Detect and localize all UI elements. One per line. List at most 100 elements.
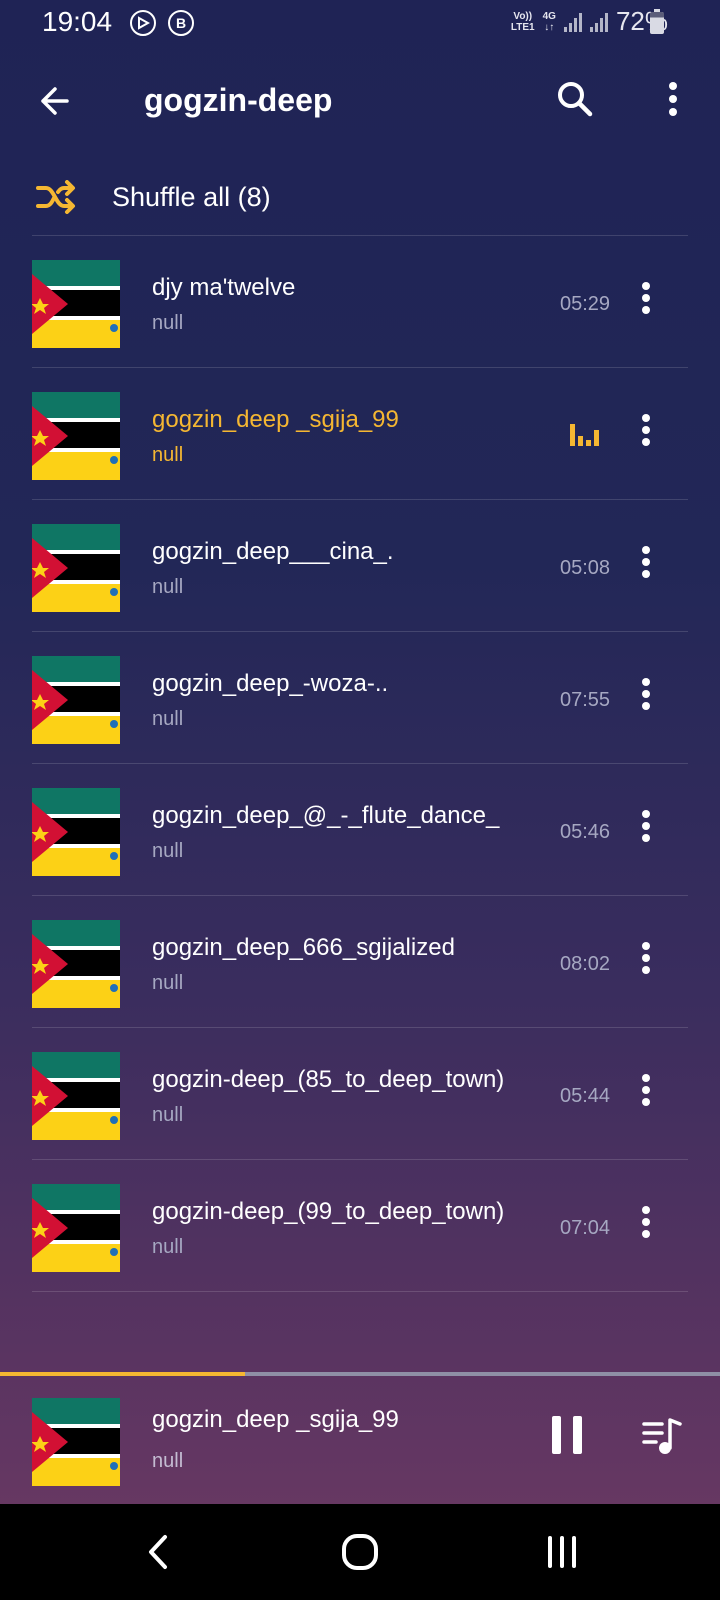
media-play-icon — [130, 10, 156, 36]
mini-player[interactable]: gogzin_deep _sgija_99 null — [0, 1376, 720, 1504]
mozambique-flag-artwork — [32, 524, 120, 612]
song-more-button[interactable] — [626, 674, 666, 714]
status-right: Vo)) LTE1 4G ↓↑ 72% — [511, 6, 668, 37]
nav-recents-button[interactable] — [538, 1528, 586, 1576]
song-title: gogzin_deep_666_sgijalized — [152, 934, 455, 961]
song-artist: null — [152, 444, 184, 466]
more-vertical-icon — [642, 1206, 650, 1238]
pause-button[interactable] — [548, 1412, 588, 1460]
song-duration: 07:04 — [560, 1217, 611, 1239]
song-row[interactable]: gogzin_deep_@_-_flute_dance_null 05:46 — [32, 764, 688, 896]
nav-home-button[interactable] — [336, 1528, 384, 1576]
song-title: gogzin_deep_@_-_flute_dance_ — [152, 802, 500, 829]
song-more-button[interactable] — [626, 410, 666, 450]
song-more-button[interactable] — [626, 1070, 666, 1110]
signal-icon-2 — [589, 12, 608, 32]
page-title: gogzin-deep — [144, 82, 333, 118]
more-vertical-icon — [642, 810, 650, 842]
song-artist: null — [152, 840, 184, 862]
search-icon — [558, 82, 593, 117]
chevron-left-icon — [149, 1535, 167, 1569]
more-vertical-icon — [642, 414, 650, 446]
song-more-button[interactable] — [626, 1202, 666, 1242]
back-button[interactable] — [32, 78, 78, 124]
mozambique-flag-artwork — [32, 920, 120, 1008]
nav-back-button[interactable] — [134, 1528, 182, 1576]
song-title: gogzin-deep_(85_to_deep_town) — [152, 1066, 505, 1093]
playlist-queue-icon[interactable] — [640, 1414, 684, 1458]
more-vertical-icon — [642, 282, 650, 314]
song-artwork — [32, 1184, 120, 1272]
song-more-button[interactable] — [626, 938, 666, 978]
status-bar: 19:04 B Vo)) LTE1 4G ↓↑ 72% — [0, 0, 720, 48]
song-title: gogzin_deep _sgija_99 — [152, 406, 399, 433]
battery-icon — [650, 9, 664, 34]
song-artwork — [32, 392, 120, 480]
signal-icon — [563, 12, 582, 32]
now-playing-artwork — [32, 1398, 120, 1486]
recents-icon — [548, 1536, 576, 1568]
song-artwork — [32, 1052, 120, 1140]
system-nav-bar — [0, 1504, 720, 1600]
song-title: gogzin-deep_(99_to_deep_town) — [152, 1198, 505, 1225]
more-vertical-icon — [669, 82, 677, 116]
song-title: djy ma'twelve — [152, 274, 296, 301]
song-artwork — [32, 920, 120, 1008]
shuffle-all-label: Shuffle all (8) — [112, 182, 271, 212]
song-row[interactable]: gogzin_deep_-woza-..null 07:55 — [32, 632, 688, 764]
more-vertical-icon — [642, 1074, 650, 1106]
song-artwork — [32, 524, 120, 612]
arrow-left-icon — [41, 87, 69, 115]
song-artwork — [32, 656, 120, 744]
more-vertical-icon — [642, 678, 650, 710]
song-more-button[interactable] — [626, 806, 666, 846]
network-gen-indicator: 4G ↓↑ — [542, 10, 556, 33]
song-row[interactable]: gogzin_deep _sgija_99null — [32, 368, 688, 500]
more-vertical-icon — [642, 546, 650, 578]
status-time: 19:04 — [42, 6, 113, 37]
song-title: gogzin_deep___cina_. — [152, 538, 394, 565]
song-artist: null — [152, 1236, 184, 1258]
song-title: gogzin_deep_-woza-.. — [152, 670, 389, 697]
song-list: djy ma'twelve null 05:29 gogzin_deep _sgija… — [32, 236, 688, 1292]
song-more-button[interactable] — [626, 278, 666, 318]
song-artist: null — [152, 576, 184, 598]
shuffle-icon — [36, 180, 75, 214]
home-circle-icon — [342, 1534, 378, 1570]
mozambique-flag-artwork — [32, 392, 120, 480]
mozambique-flag-artwork — [32, 788, 120, 876]
song-artwork — [32, 788, 120, 876]
volte-indicator: Vo)) LTE1 — [510, 10, 535, 33]
song-duration: 05:29 — [560, 293, 611, 315]
shuffle-all-button[interactable]: Shuffle all (8) — [32, 160, 688, 236]
song-duration: 05:08 — [560, 557, 611, 579]
mozambique-flag-artwork — [32, 1184, 120, 1272]
song-row[interactable]: djy ma'twelve null 05:29 — [32, 236, 688, 368]
song-duration: 05:46 — [560, 821, 611, 843]
search-button[interactable] — [552, 76, 598, 122]
mozambique-flag-artwork — [32, 1398, 120, 1486]
song-more-button[interactable] — [626, 542, 666, 582]
mozambique-flag-artwork — [32, 1052, 120, 1140]
song-artist: null — [152, 1104, 184, 1126]
now-playing-artist: null — [152, 1450, 184, 1472]
song-row[interactable]: gogzin_deep_666_sgijalizednull 08:02 — [32, 896, 688, 1028]
song-artwork — [32, 260, 120, 348]
song-artist: null — [152, 312, 184, 334]
song-row[interactable]: gogzin-deep_(99_to_deep_town)null 07:04 — [32, 1160, 688, 1292]
mozambique-flag-artwork — [32, 656, 120, 744]
song-artist: null — [152, 972, 184, 994]
more-vertical-icon — [642, 942, 650, 974]
equalizer-playing-icon — [570, 424, 599, 446]
mozambique-flag-artwork — [32, 260, 120, 348]
song-duration: 08:02 — [560, 953, 611, 975]
song-duration: 07:55 — [560, 689, 611, 711]
b-badge-icon: B — [168, 10, 194, 36]
song-artist: null — [152, 708, 184, 730]
now-playing-title: gogzin_deep _sgija_99 — [152, 1406, 399, 1433]
toolbar: gogzin-deep — [0, 60, 720, 140]
song-row[interactable]: gogzin_deep___cina_.null 05:08 — [32, 500, 688, 632]
song-duration: 05:44 — [560, 1085, 611, 1107]
song-row[interactable]: gogzin-deep_(85_to_deep_town)null 05:44 — [32, 1028, 688, 1160]
more-options-button[interactable] — [650, 76, 696, 122]
